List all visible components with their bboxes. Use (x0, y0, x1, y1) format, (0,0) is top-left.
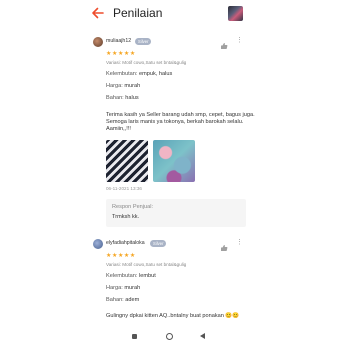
attribute-material: Bahan: adem (106, 297, 140, 303)
product-thumbnail[interactable] (228, 6, 243, 21)
star-rating: ★★★★★ (106, 51, 136, 57)
more-options-icon[interactable]: ⋮ (236, 238, 244, 246)
avatar[interactable] (93, 37, 103, 47)
more-options-icon[interactable]: ⋮ (236, 36, 244, 44)
reviewer-name: elyfadiahpitaloka (106, 240, 145, 246)
member-badge: Silver (135, 38, 152, 45)
home-icon[interactable] (166, 333, 173, 340)
review-photo[interactable] (106, 140, 148, 182)
attribute-softness: Kelembutan: empuk, halus (106, 71, 173, 77)
seller-response-text: Trmksh kk. (112, 214, 140, 220)
system-nav-bar (0, 330, 344, 344)
page-title: Penilaian (113, 6, 163, 20)
review-item: muliaajh12 Silver ⋮ ★★★★★ Variasi: Motif… (88, 36, 256, 227)
variation-text: Variasi: Motif cowo,Satu set bntal&gulig (106, 262, 187, 267)
reviewer-row: muliaajh12 Silver ⋮ (88, 36, 256, 50)
attribute-price: Harga: murah (106, 285, 141, 291)
app-header: Penilaian (0, 0, 344, 28)
variation-text: Variasi: Motif cowo,Satu set bntal&gulig (106, 60, 187, 65)
thumbs-up-icon[interactable] (220, 37, 228, 49)
seller-response-label: Respon Penjual: (112, 204, 154, 210)
attribute-price: Harga: murah (106, 83, 141, 89)
review-text: Gulingny dpkai kitten AQ..bntalny buat p… (106, 313, 240, 319)
seller-response: Respon Penjual: Trmksh kk. (106, 199, 246, 227)
review-date: 06-11-2021 13:36 (106, 186, 142, 191)
reviewer-row: elyfadiahpitaloka Silver ⋮ (88, 238, 256, 252)
star-rating: ★★★★★ (106, 253, 136, 259)
back-arrow-icon[interactable] (90, 5, 106, 21)
member-badge: Silver (150, 240, 167, 247)
attribute-material: Bahan: halus (106, 95, 139, 101)
recent-apps-icon[interactable] (132, 334, 137, 339)
thumbs-up-icon[interactable] (220, 239, 228, 251)
avatar[interactable] (93, 239, 103, 249)
review-photo[interactable] (153, 140, 195, 182)
review-text: Terima kasih ya Seller barang udah smp, … (106, 112, 255, 132)
attribute-softness: Kelembutan: lembut (106, 273, 156, 279)
reviewer-name: muliaajh12 (106, 38, 132, 44)
nav-back-icon[interactable] (200, 333, 205, 339)
review-item: elyfadiahpitaloka Silver ⋮ ★★★★★ Variasi… (88, 238, 256, 319)
